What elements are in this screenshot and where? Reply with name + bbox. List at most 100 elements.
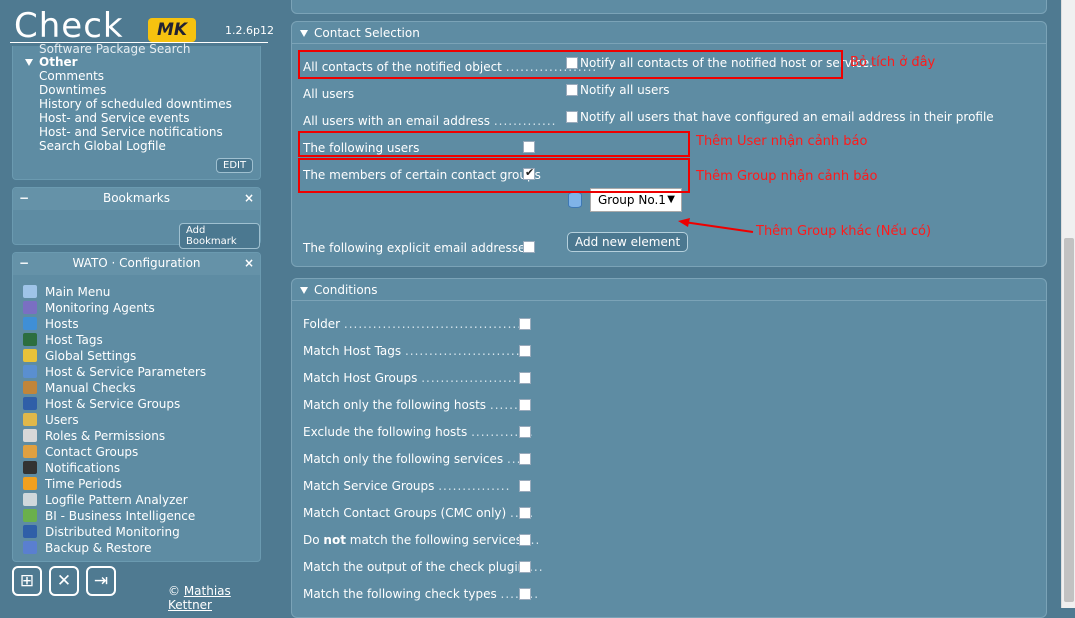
label-dots: ........................ [404,344,521,358]
wato-item-logfile-pattern-analyzer[interactable]: Logfile Pattern Analyzer [23,493,188,509]
add-new-element-button[interactable]: Add new element [567,232,689,252]
wato-item-users[interactable]: Users [23,413,79,429]
wato-item-roles-permissions[interactable]: Roles & Permissions [23,429,165,445]
condition-row-label: Folder .................................… [303,317,522,331]
wato-item-bi-business-intelligence[interactable]: BI - Business Intelligence [23,509,195,525]
sidebar-footer: ⊞ ✕ ⇥ © Mathias Kettner [12,566,261,612]
backup-icon [23,541,37,554]
snapin-wato-header[interactable]: − WATO · Configuration × [13,253,260,275]
copyright-symbol: © [168,584,180,598]
contact-row-checkbox[interactable] [523,241,535,253]
condition-row-label: Match Contact Groups (CMC only) ..... [303,506,534,520]
wato-item-hosts[interactable]: Hosts [23,317,79,333]
annotation-add-other-group: Thêm Group khác (Nếu có) [756,224,932,239]
wato-item-host-service-parameters[interactable]: Host & Service Parameters [23,365,206,381]
condition-checkbox[interactable] [519,561,531,573]
manual-checks-icon [23,381,37,394]
timeperiods-icon [23,477,37,490]
wato-item-main-menu[interactable]: Main Menu [23,285,110,301]
wato-item-label: Monitoring Agents [45,301,155,315]
contact-selection-title: Contact Selection [314,26,420,40]
page-scrollbar[interactable] [1061,0,1075,608]
condition-checkbox[interactable] [519,345,531,357]
views-item-logfile[interactable]: Search Global Logfile [39,139,166,153]
wato-item-label: Backup & Restore [45,541,152,555]
logo[interactable]: Check MK 1.2.6p12 [0,0,276,46]
annotation-box-following-users [298,131,690,157]
edit-button[interactable]: EDIT [216,158,254,173]
condition-checkbox[interactable] [519,426,531,438]
condition-row-label: Match only the following services .... [303,452,526,466]
condition-checkbox[interactable] [519,534,531,546]
logfile-icon [23,493,37,506]
minimize-icon[interactable]: − [19,188,29,208]
wato-item-contact-groups[interactable]: Contact Groups [23,445,138,461]
wato-item-notifications[interactable]: Notifications [23,461,120,477]
scrollbar-thumb[interactable] [1064,238,1074,602]
wato-item-monitoring-agents[interactable]: Monitoring Agents [23,301,155,317]
contact-group-value: Group No.1 [598,193,666,207]
snapin-bookmarks: − Bookmarks × Add Bookmark [12,187,261,249]
wato-item-time-periods[interactable]: Time Periods [23,477,122,493]
settings-button[interactable]: ✕ [49,566,79,596]
views-item-notifications[interactable]: Host- and Service notifications [39,125,223,139]
contact-row-checkbox[interactable] [566,111,578,123]
wato-item-label: Time Periods [45,477,122,491]
condition-checkbox[interactable] [519,453,531,465]
tools-icon: ✕ [56,571,72,591]
views-item-comments[interactable]: Comments [39,69,104,83]
condition-checkbox[interactable] [519,480,531,492]
wato-item-backup-restore[interactable]: Backup & Restore [23,541,152,557]
condition-label-text: Match Host Groups [303,371,418,385]
condition-row-label: Match only the following hosts ....... [303,398,524,412]
views-item-events[interactable]: Host- and Service events [39,111,189,125]
wato-item-global-settings[interactable]: Global Settings [23,349,136,365]
settings-icon [23,349,37,362]
condition-row-label: Match Host Tags ........................ [303,344,521,358]
annotation-arrow [678,218,754,233]
contact-selection-header[interactable]: Contact Selection [292,22,1046,44]
views-group-other[interactable]: Other [25,55,78,69]
add-bookmark-button[interactable]: Add Bookmark [179,223,260,249]
condition-checkbox[interactable] [519,399,531,411]
contact-row-label-text: All users with an email address [303,114,491,128]
sites-icon [23,525,37,538]
condition-label-text: Match the following check types [303,587,497,601]
snapin-bookmarks-title: Bookmarks [102,191,171,205]
contact-row-checkbox[interactable] [566,84,578,96]
bi-icon [23,509,37,522]
annotation-add-users: Thêm User nhận cảnh báo [696,134,868,149]
condition-label-bold: not [323,533,346,547]
condition-row-label: Match the output of the check plugin ... [303,560,544,574]
collapse-triangle-icon [300,30,308,37]
condition-checkbox[interactable] [519,588,531,600]
agent-icon [23,301,37,314]
wato-item-manual-checks[interactable]: Manual Checks [23,381,136,397]
wato-item-label: Roles & Permissions [45,429,166,443]
wato-item-label: Logfile Pattern Analyzer [45,493,188,507]
add-snapin-button[interactable]: ⊞ [12,566,42,596]
minimize-icon[interactable]: − [19,253,29,273]
collapse-triangle-icon [300,287,308,294]
wato-item-host-service-groups[interactable]: Host & Service Groups [23,397,180,413]
close-icon[interactable]: × [244,253,254,273]
condition-checkbox[interactable] [519,372,531,384]
contact-row-label-text: All users [303,87,355,101]
wato-item-distributed-monitoring[interactable]: Distributed Monitoring [23,525,180,541]
version-label: 1.2.6p12 [225,24,274,37]
condition-label-text: Exclude the following hosts [303,425,468,439]
logout-button[interactable]: ⇥ [86,566,116,596]
snapin-bookmarks-header[interactable]: − Bookmarks × [13,188,260,210]
condition-checkbox[interactable] [519,507,531,519]
contact-group-icon [568,192,582,208]
hosts-icon [23,317,37,330]
close-icon[interactable]: × [244,188,254,208]
views-item-downtime-history[interactable]: History of scheduled downtimes [39,97,232,111]
views-item-downtimes[interactable]: Downtimes [39,83,106,97]
condition-label-text: Match only the following hosts [303,398,487,412]
wato-item-host-tags[interactable]: Host Tags [23,333,103,349]
views-item-cut[interactable]: Software Package Search [39,42,191,56]
condition-checkbox[interactable] [519,318,531,330]
label-dots: ............... [438,479,511,493]
conditions-header[interactable]: Conditions [292,279,1046,301]
